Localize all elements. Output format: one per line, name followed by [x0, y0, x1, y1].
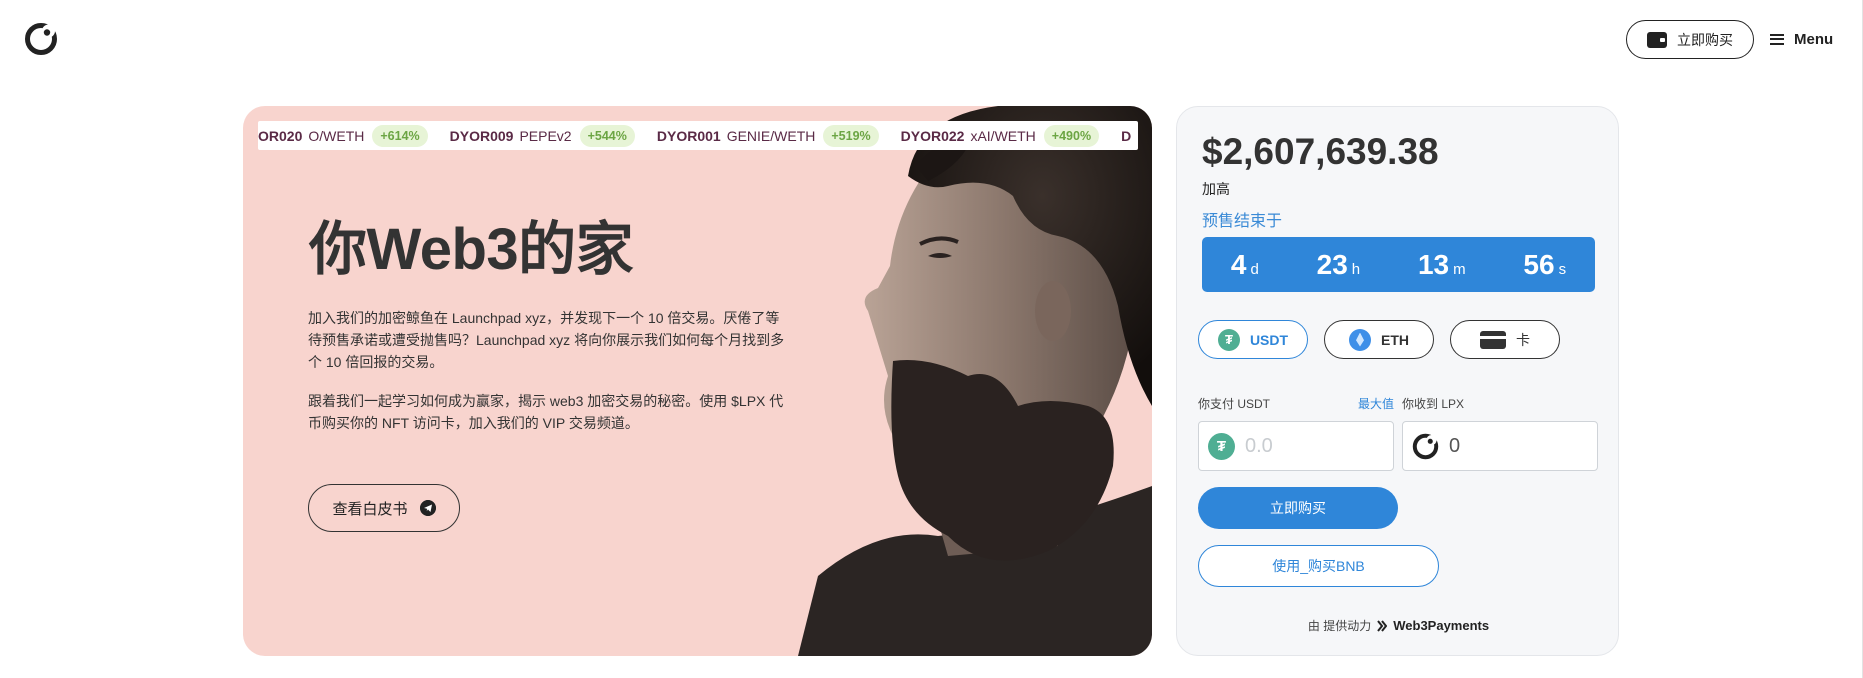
ticker-change-badge: +519%: [823, 124, 879, 147]
hero-paragraph-2: 跟着我们一起学习如何成为赢家，揭示 web3 加密交易的秘密。使用 $LPX 代…: [308, 393, 784, 431]
ticker-change-badge: +490%: [1043, 124, 1100, 147]
currency-eth-label: ETH: [1381, 331, 1409, 348]
ticker-bar: OR020 O/WETH +614% DYOR009 PEPEv2 +544% …: [258, 121, 1138, 150]
tether-icon: ₮: [1217, 328, 1240, 351]
telegram-icon: [419, 500, 436, 516]
ticker-code: DYOR001: [656, 127, 721, 144]
presale-ends-label: 预售结束于: [1202, 213, 1283, 230]
currency-eth-button[interactable]: ETH: [1324, 320, 1434, 359]
receive-amount-value: 0: [1449, 434, 1461, 457]
currency-card-label: 卡: [1516, 331, 1530, 348]
menu-button[interactable]: Menu: [1770, 28, 1833, 50]
ticker-change-badge: +544%: [579, 124, 635, 147]
ticker-item[interactable]: DYOR001 GENIE/WETH +519%: [656, 124, 879, 147]
countdown-seconds: 56 s: [1523, 248, 1567, 280]
countdown-hours: 23 h: [1316, 248, 1361, 280]
presale-widget: $2,607,639.38 加高 预售结束于 4d 23 h 13 m 56 s ₮ …: [1176, 106, 1619, 656]
ticker-item[interactable]: DYOR022 xAI/WETH +490%: [900, 124, 1100, 147]
hero-title: 你Web3的家: [309, 217, 634, 282]
countdown-timer: 4d 23 h 13 m 56 s: [1202, 237, 1595, 292]
tether-icon: ₮: [1208, 432, 1235, 460]
header-buy-button[interactable]: 立即购买: [1626, 20, 1754, 59]
receive-amount-field[interactable]: 0: [1402, 421, 1598, 471]
countdown-minutes: 13 m: [1417, 248, 1466, 280]
buy-with-bnb-button[interactable]: 使用_购买BNB: [1198, 545, 1439, 587]
ticker-code: D: [1121, 127, 1132, 144]
currency-usdt-button[interactable]: ₮ USDT: [1198, 320, 1308, 359]
raised-amount: $2,607,639.38: [1202, 131, 1439, 172]
header-buy-label: 立即购买: [1677, 31, 1733, 48]
hero-section: OR020 O/WETH +614% DYOR009 PEPEv2 +544% …: [243, 106, 1152, 656]
raised-label: 加高: [1202, 181, 1230, 197]
whitepaper-label: 查看白皮书: [332, 500, 408, 518]
lpx-token-icon: [1412, 433, 1439, 459]
powered-by: 由 提供动力 Web3Payments: [1177, 617, 1620, 634]
buy-now-button[interactable]: 立即购买: [1198, 487, 1398, 529]
web3payments-logo-icon: [1377, 619, 1388, 632]
whitepaper-button[interactable]: 查看白皮书: [308, 484, 460, 532]
ticker-item[interactable]: D: [1121, 128, 1137, 144]
powered-prefix: 由 提供动力: [1307, 619, 1372, 633]
pay-amount-placeholder: 0.0: [1245, 434, 1273, 457]
ticker-change-badge: +614%: [372, 124, 428, 147]
powered-brand[interactable]: Web3Payments: [1393, 618, 1489, 633]
ethereum-icon: [1349, 328, 1371, 351]
pay-label: 你支付 USDT: [1198, 397, 1271, 411]
menu-label: Menu: [1794, 30, 1834, 48]
bearded-man-portrait-image: [798, 106, 1152, 656]
ticker-pair: O/WETH: [308, 127, 365, 144]
ticker-item[interactable]: DYOR009 PEPEv2 +544%: [449, 124, 635, 147]
launchpad-logo-icon[interactable]: [24, 22, 58, 56]
hero-paragraph-1: 加入我们的加密鲸鱼在 Launchpad xyz，并发现下一个 10 倍交易。厌…: [308, 310, 785, 370]
ticker-pair: PEPEv2: [519, 127, 572, 144]
hamburger-icon: [1770, 33, 1784, 45]
wallet-icon: [1647, 31, 1667, 48]
countdown-days: 4d: [1230, 248, 1259, 280]
currency-usdt-label: USDT: [1249, 331, 1289, 348]
currency-card-button[interactable]: 卡: [1450, 320, 1560, 359]
ticker-code: OR020: [258, 127, 303, 144]
pay-amount-input[interactable]: ₮ 0.0: [1198, 421, 1394, 471]
ticker-pair: GENIE/WETH: [726, 127, 816, 144]
receive-label: 你收到 LPX: [1402, 397, 1465, 411]
credit-card-icon: [1480, 330, 1506, 349]
max-button[interactable]: 最大值: [1358, 395, 1394, 412]
ticker-item[interactable]: OR020 O/WETH +614%: [258, 124, 428, 147]
ticker-code: DYOR022: [900, 127, 965, 144]
ticker-pair: xAI/WETH: [970, 127, 1036, 144]
ticker-code: DYOR009: [449, 127, 514, 144]
